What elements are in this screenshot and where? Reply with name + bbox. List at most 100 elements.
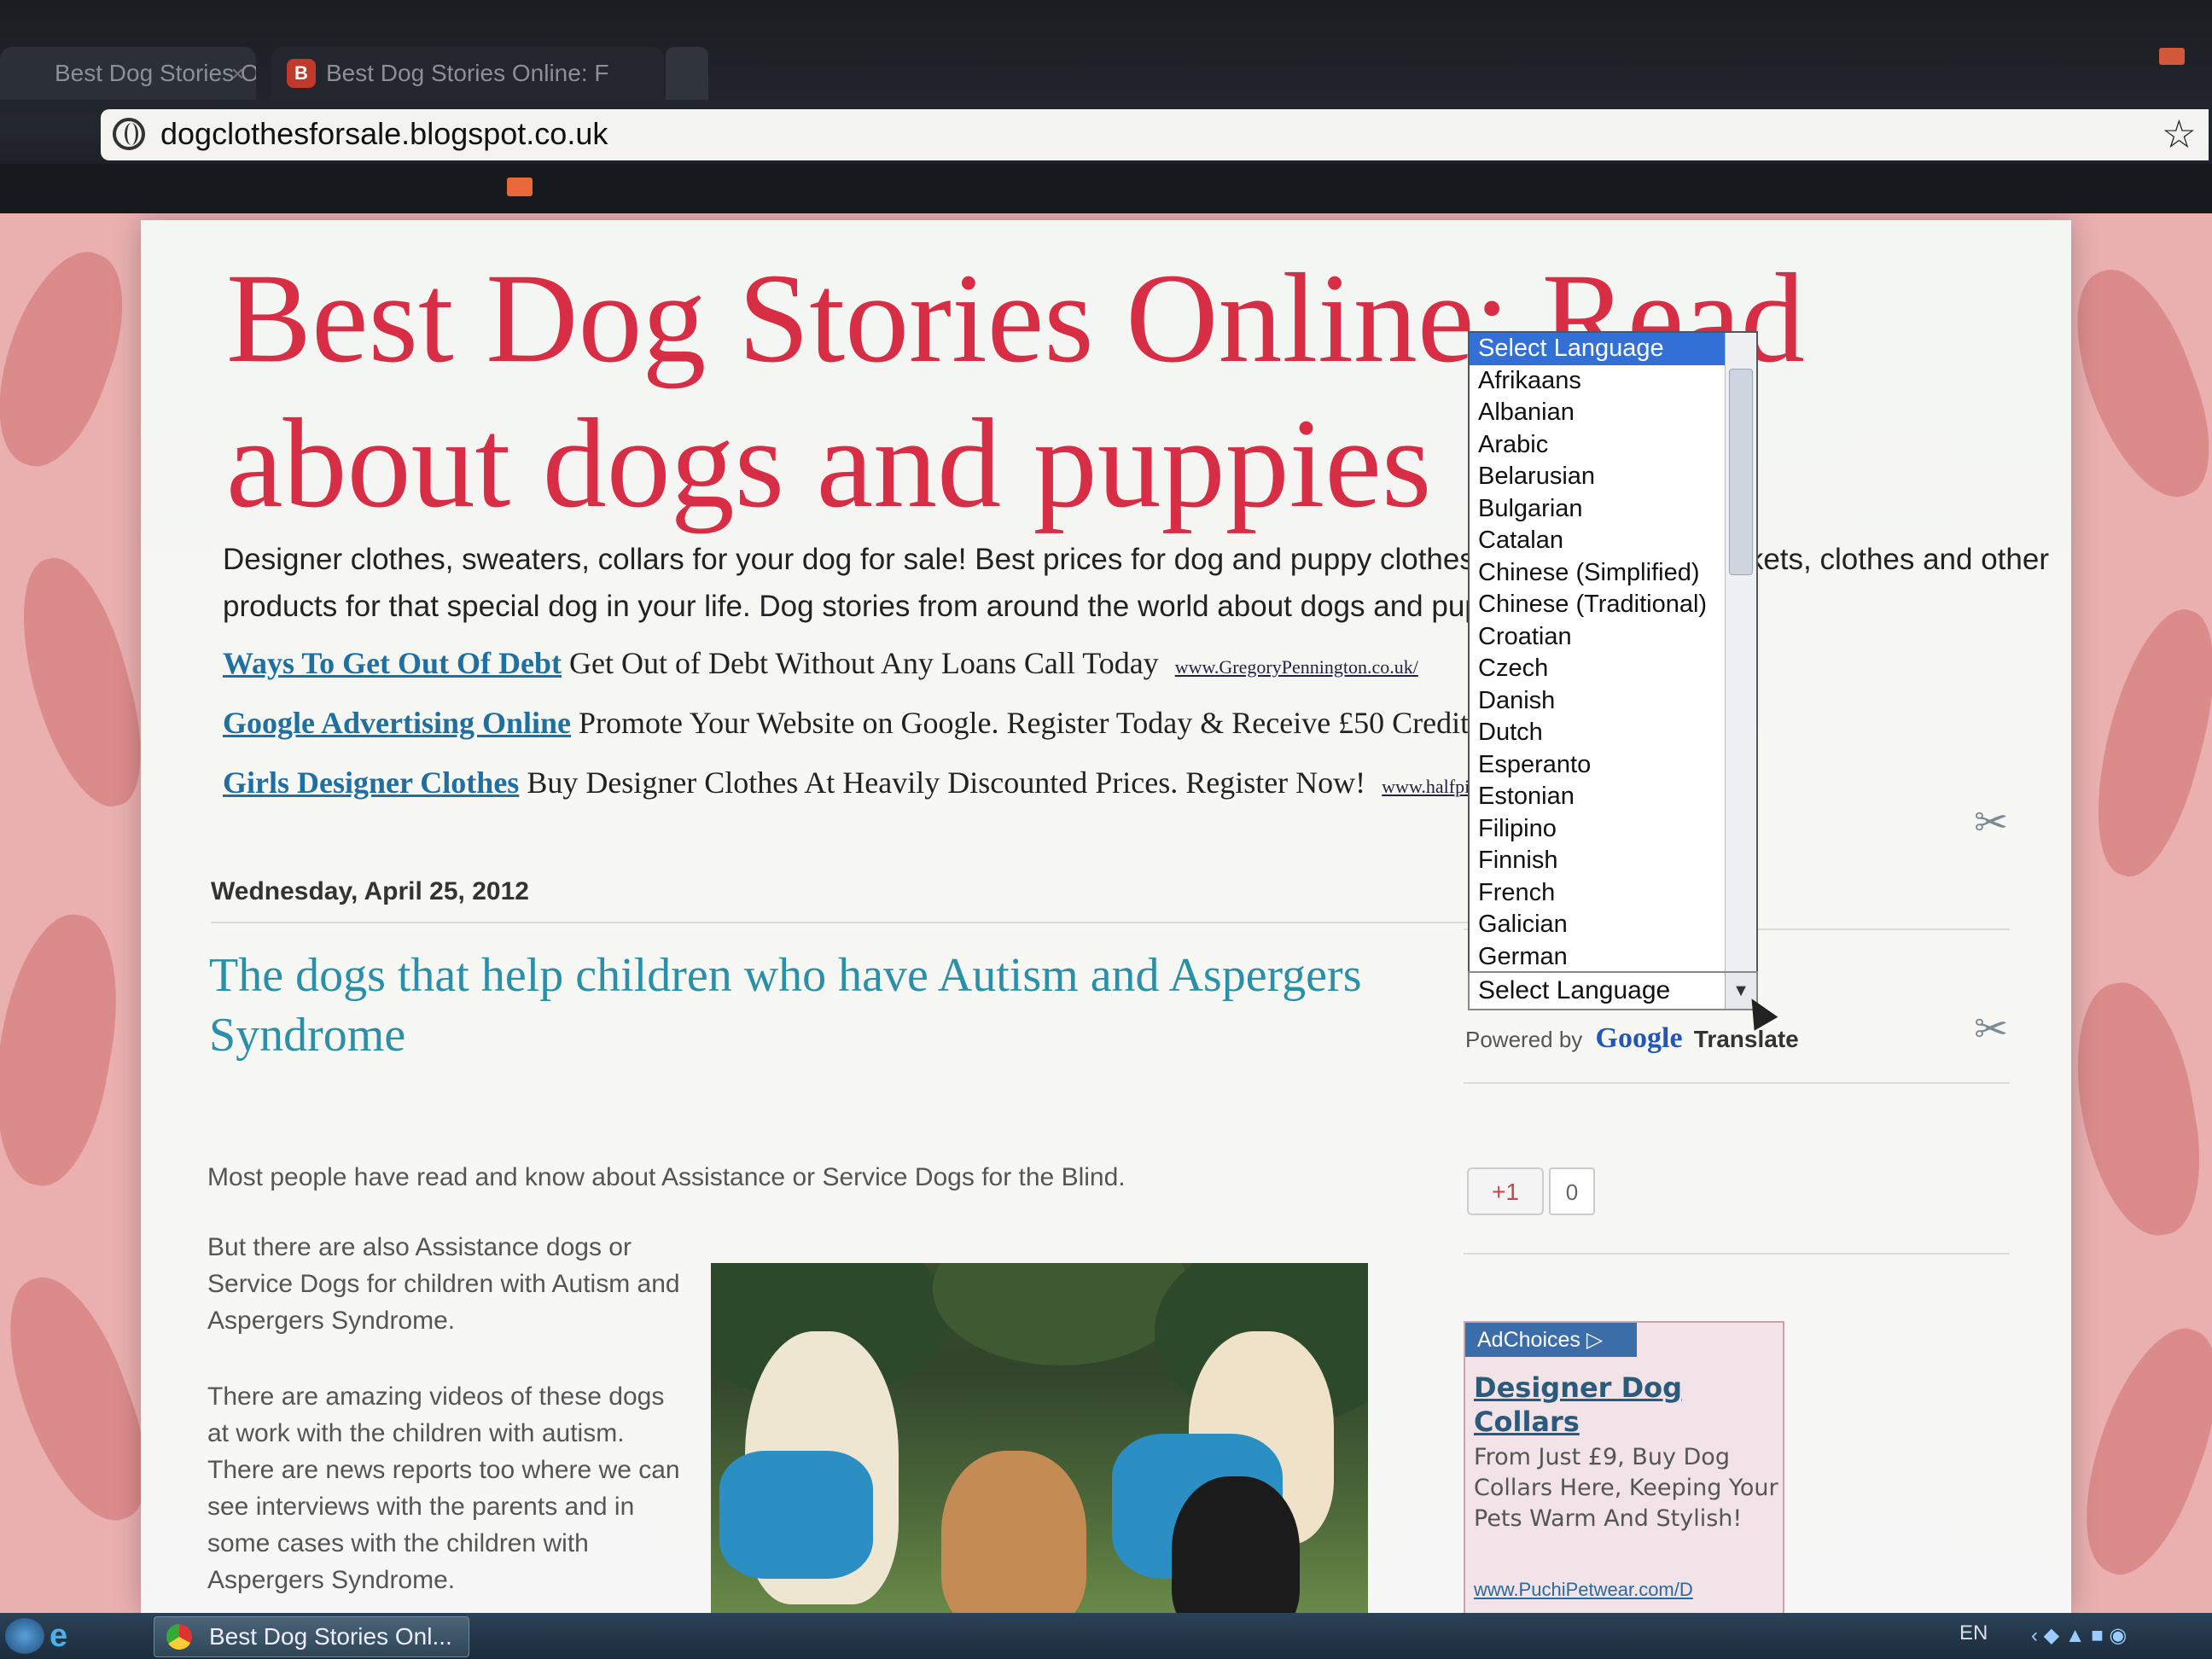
decorative-leaf <box>0 236 146 480</box>
language-option[interactable]: Chinese (Simplified) <box>1470 557 1756 590</box>
language-select-value: Select Language <box>1478 976 1671 1004</box>
adchoices-label: AdChoices <box>1477 1328 1580 1352</box>
blog-title[interactable]: Best Dog Stories Online: Read about dogs… <box>226 246 2071 536</box>
url-text[interactable]: dogclothesforsale.blogspot.co.uk <box>160 116 608 152</box>
photo-bush <box>933 1263 1189 1365</box>
tab-active[interactable]: B Best Dog Stories Online: F <box>271 47 664 100</box>
ad-link[interactable]: Girls Designer Clothes <box>223 765 519 800</box>
photo-vest <box>719 1451 873 1579</box>
language-option[interactable]: Croatian <box>1470 621 1756 654</box>
language-option[interactable]: French <box>1470 877 1756 910</box>
language-option[interactable]: Bulgarian <box>1470 493 1756 526</box>
page-background: Best Dog Stories Online: Read about dogs… <box>0 213 2212 1613</box>
text-ad: Ways To Get Out Of Debt Get Out of Debt … <box>223 645 1418 681</box>
adchoices-badge[interactable]: AdChoices ▷ <box>1465 1323 1638 1357</box>
post-paragraph: There are amazing videos of these dogs a… <box>207 1382 680 1594</box>
divider <box>211 922 1491 923</box>
post-paragraph: Most people have read and know about Ass… <box>207 1163 1126 1191</box>
google-logo[interactable]: Google <box>1596 1022 1683 1054</box>
scrollbar-thumb[interactable] <box>1729 369 1753 575</box>
decorative-leaf <box>0 905 134 1194</box>
language-option[interactable]: Danish <box>1470 685 1756 718</box>
google-plusone-button[interactable]: +1 <box>1467 1167 1544 1215</box>
browser-chrome: Best Dog Stories O × B Best Dog Stories … <box>0 0 2212 213</box>
divider <box>1464 1253 2010 1254</box>
address-bar[interactable]: dogclothesforsale.blogspot.co.uk ☆ <box>101 109 2209 160</box>
language-option[interactable]: German <box>1470 941 1756 972</box>
decorative-leaf <box>2058 1313 2212 1589</box>
taskbar: e Best Dog Stories Onl... EN ‹ ◆ ▲ ■ ◉ <box>0 1613 2212 1659</box>
ad-text: Get Out of Debt Without Any Loans Call T… <box>569 646 1159 680</box>
post-date: Wednesday, April 25, 2012 <box>211 877 529 905</box>
plusone-label: +1 <box>1492 1179 1519 1205</box>
powered-by-label: Powered by <box>1465 1027 1583 1052</box>
powered-by-google-translate: Powered by Google Translate <box>1465 1022 1799 1055</box>
blogger-icon: B <box>287 59 316 88</box>
language-option[interactable]: Esperanto <box>1470 749 1756 782</box>
divider <box>1464 1082 2010 1084</box>
blog-description: Designer clothes, sweaters, collars for … <box>223 543 2049 623</box>
language-option[interactable]: Arabic <box>1470 429 1756 462</box>
language-option[interactable]: Select Language <box>1470 333 1756 365</box>
ie-icon[interactable]: e <box>49 1620 67 1652</box>
language-option[interactable]: Filipino <box>1470 813 1756 846</box>
ad-headline[interactable]: Designer Dog Collars <box>1474 1371 1773 1439</box>
tab-title: Best Dog Stories Online: F <box>326 60 609 86</box>
chrome-icon <box>166 1624 192 1650</box>
language-option[interactable]: Czech <box>1470 653 1756 685</box>
tab-title: Best Dog Stories O <box>55 60 256 86</box>
taskbar-item-browser[interactable]: Best Dog Stories Onl... <box>154 1616 469 1657</box>
text-ad: Google Advertising Online Promote Your W… <box>223 705 1469 741</box>
language-option[interactable]: Afrikaans <box>1470 365 1756 398</box>
ad-link[interactable]: Google Advertising Online <box>223 706 571 740</box>
taskbar-item-label: Best Dog Stories Onl... <box>209 1623 452 1650</box>
ad-link[interactable]: Ways To Get Out Of Debt <box>223 646 562 680</box>
ad-url[interactable]: www.GregoryPennington.co.uk/ <box>1175 656 1418 678</box>
sidebar-ad[interactable]: AdChoices ▷ Designer Dog Collars From Ju… <box>1464 1321 1784 1613</box>
blog-content: Best Dog Stories Online: Read about dogs… <box>141 220 2071 1613</box>
new-tab-button[interactable] <box>666 47 708 100</box>
photo-dog <box>941 1451 1086 1613</box>
language-option[interactable]: Finnish <box>1470 845 1756 877</box>
decorative-leaf <box>2052 253 2212 515</box>
post-title[interactable]: The dogs that help children who have Aut… <box>209 946 1489 1065</box>
tools-icon[interactable]: ✂ <box>1974 799 2008 847</box>
bookmarks-bar <box>0 164 2212 213</box>
language-option[interactable]: Estonian <box>1470 781 1756 813</box>
language-option[interactable]: Galician <box>1470 909 1756 941</box>
close-icon[interactable]: × <box>231 47 244 100</box>
language-select[interactable]: Select Language ▼ <box>1468 971 1758 1010</box>
dogs-photo <box>711 1263 1368 1613</box>
language-option[interactable]: Dutch <box>1470 717 1756 749</box>
system-tray[interactable]: ‹ ◆ ▲ ■ ◉ <box>2031 1623 2202 1649</box>
tab-previous[interactable]: Best Dog Stories O × <box>0 47 256 100</box>
translate-label[interactable]: Translate <box>1694 1026 1799 1052</box>
ad-text: Buy Designer Clothes At Heavily Discount… <box>527 765 1366 800</box>
ad-text: Promote Your Website on Google. Register… <box>579 706 1470 740</box>
play-icon: ▷ <box>1586 1328 1604 1352</box>
ad-body: From Just £9, Buy Dog Collars Here, Keep… <box>1474 1444 1778 1532</box>
language-indicator[interactable]: EN <box>1959 1621 1988 1645</box>
other-bookmarks-icon[interactable] <box>2159 48 2185 65</box>
folder-icon[interactable] <box>507 178 533 196</box>
language-dropdown-list[interactable]: Select Language Afrikaans Albanian Arabi… <box>1468 331 1758 973</box>
language-option[interactable]: Albanian <box>1470 397 1756 429</box>
post-paragraph: But there are also Assistance dogs or Se… <box>207 1233 680 1335</box>
language-option[interactable]: Catalan <box>1470 525 1756 557</box>
photo-dog <box>1172 1476 1300 1613</box>
globe-icon <box>113 118 145 150</box>
decorative-leaf <box>3 546 160 819</box>
ad-url[interactable]: www.halfpi <box>1382 776 1470 797</box>
decorative-leaf <box>2060 973 2212 1246</box>
tools-icon[interactable]: ✂ <box>1974 1005 2008 1053</box>
language-option[interactable]: Chinese (Traditional) <box>1470 589 1756 621</box>
dropdown-scrollbar[interactable] <box>1725 333 1756 971</box>
star-icon[interactable]: ☆ <box>2162 111 2197 157</box>
language-options: Select Language Afrikaans Albanian Arabi… <box>1470 333 1756 972</box>
plusone-count: 0 <box>1549 1167 1595 1215</box>
text-ad: Girls Designer Clothes Buy Designer Clot… <box>223 765 1470 800</box>
ad-display-url[interactable]: www.PuchiPetwear.com/D <box>1474 1579 1693 1601</box>
language-option[interactable]: Belarusian <box>1470 461 1756 493</box>
start-button[interactable] <box>5 1618 44 1654</box>
decorative-leaf <box>2074 598 2212 887</box>
